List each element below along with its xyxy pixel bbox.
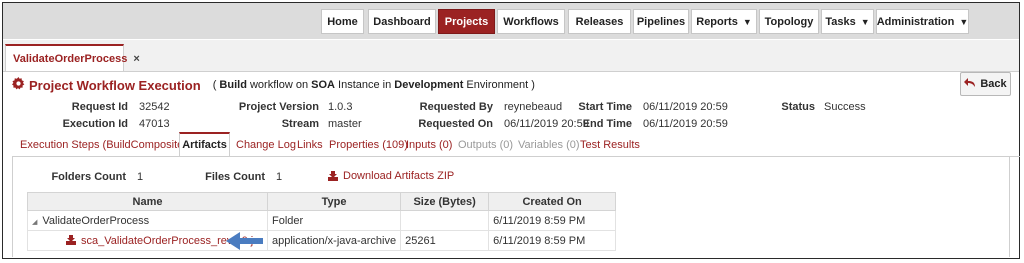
tab-variables: Variables (0) xyxy=(518,138,580,151)
nav-topology[interactable]: Topology xyxy=(759,9,819,34)
nav-administration[interactable]: Administration ▼ xyxy=(876,9,969,34)
size-cell: 25261 xyxy=(400,230,490,251)
folders-count-value: 1 xyxy=(137,171,144,183)
nav-home[interactable]: Home xyxy=(321,9,364,34)
size-cell xyxy=(400,210,490,231)
execution-id-value: 47013 xyxy=(139,118,170,130)
page-title: Project Workflow Execution xyxy=(29,77,201,93)
page-subtitle: ( Build workflow on SOA Instance in Deve… xyxy=(212,79,535,91)
created-cell: 6/11/2019 8:59 PM xyxy=(488,210,617,231)
start-time-value: 06/11/2019 20:59 xyxy=(643,101,728,113)
execution-id-label: Execution Id xyxy=(62,118,128,130)
table-row[interactable]: ◢ ValidateOrderProcess Folder 6/11/2019 8… xyxy=(27,210,617,231)
close-icon[interactable]: × xyxy=(133,53,139,65)
download-artifacts-link[interactable]: Download Artifacts ZIP xyxy=(328,170,454,182)
request-id-value: 32542 xyxy=(139,101,170,113)
end-time-label: End Time xyxy=(582,118,632,130)
gear-icon xyxy=(12,77,25,93)
type-cell: Folder xyxy=(266,210,402,231)
end-time-value: 06/11/2019 20:59 xyxy=(643,118,728,130)
requested-by-label: Requested By xyxy=(419,101,493,113)
name-cell: ◢ ValidateOrderProcess xyxy=(27,210,268,231)
tab-test-results[interactable]: Test Results xyxy=(580,132,640,157)
column-header-type[interactable]: Type xyxy=(266,192,402,211)
document-tab-bar: ValidateOrderProcess × xyxy=(3,40,1019,72)
back-button[interactable]: Back xyxy=(960,72,1011,96)
table-row[interactable]: sca_ValidateOrderProcess_rev1.0.jar appl… xyxy=(27,230,617,251)
status-label: Status xyxy=(781,101,815,113)
chevron-down-icon: ▼ xyxy=(742,16,752,27)
page-heading: Project Workflow Execution ( Build workf… xyxy=(12,77,535,93)
requested-by-value: reynebeaud xyxy=(504,101,563,113)
blue-arrow-icon xyxy=(226,232,263,250)
tab-outputs: Outputs (0) xyxy=(458,138,514,151)
collapse-triangle-icon[interactable]: ◢ xyxy=(32,218,37,226)
created-cell: 6/11/2019 8:59 PM xyxy=(488,230,617,251)
status-value: Success xyxy=(824,101,866,113)
tab-links[interactable]: Links xyxy=(297,132,323,157)
project-version-label: Project Version xyxy=(238,101,319,113)
stream-label: Stream xyxy=(281,118,319,130)
nav-projects[interactable]: Projects xyxy=(438,9,495,34)
back-arrow-icon xyxy=(964,77,976,91)
files-count-label: Files Count xyxy=(205,171,265,183)
requested-on-label: Requested On xyxy=(418,118,493,130)
tab-properties[interactable]: Properties (109) xyxy=(329,132,408,157)
folders-count-label: Folders Count xyxy=(51,171,126,183)
column-header-created[interactable]: Created On xyxy=(488,192,617,211)
document-tab-label: ValidateOrderProcess xyxy=(13,52,128,65)
artifacts-table: Name Type Size (Bytes) Created On ◢ Valid… xyxy=(27,192,617,251)
tab-artifacts[interactable]: Artifacts xyxy=(179,132,230,157)
nav-tasks[interactable]: Tasks ▼ xyxy=(821,9,874,34)
nav-workflows[interactable]: Workflows xyxy=(497,9,565,34)
nav-reports[interactable]: Reports ▼ xyxy=(691,9,757,34)
nav-pipelines[interactable]: Pipelines xyxy=(633,9,689,34)
tab-change-log[interactable]: Change Log xyxy=(236,132,296,157)
document-tab[interactable]: ValidateOrderProcess × xyxy=(5,44,140,71)
column-header-name[interactable]: Name xyxy=(27,192,268,211)
top-navigation: Home Dashboard Projects Workflows Releas… xyxy=(3,3,1019,39)
start-time-label: Start Time xyxy=(578,101,632,113)
column-header-size[interactable]: Size (Bytes) xyxy=(400,192,490,211)
type-cell: application/x-java-archive xyxy=(266,230,402,251)
project-version-value: 1.0.3 xyxy=(328,101,353,113)
tab-inputs[interactable]: Inputs (0) xyxy=(406,132,452,157)
nav-dashboard[interactable]: Dashboard xyxy=(368,9,436,34)
nav-releases[interactable]: Releases xyxy=(568,9,631,34)
stream-value: master xyxy=(328,118,362,130)
files-count-value: 1 xyxy=(276,171,283,183)
chevron-down-icon: ▼ xyxy=(860,16,870,27)
request-id-label: Request Id xyxy=(71,101,128,113)
chevron-down-icon: ▼ xyxy=(959,16,969,27)
download-file-icon xyxy=(66,234,76,245)
download-icon xyxy=(328,171,338,181)
